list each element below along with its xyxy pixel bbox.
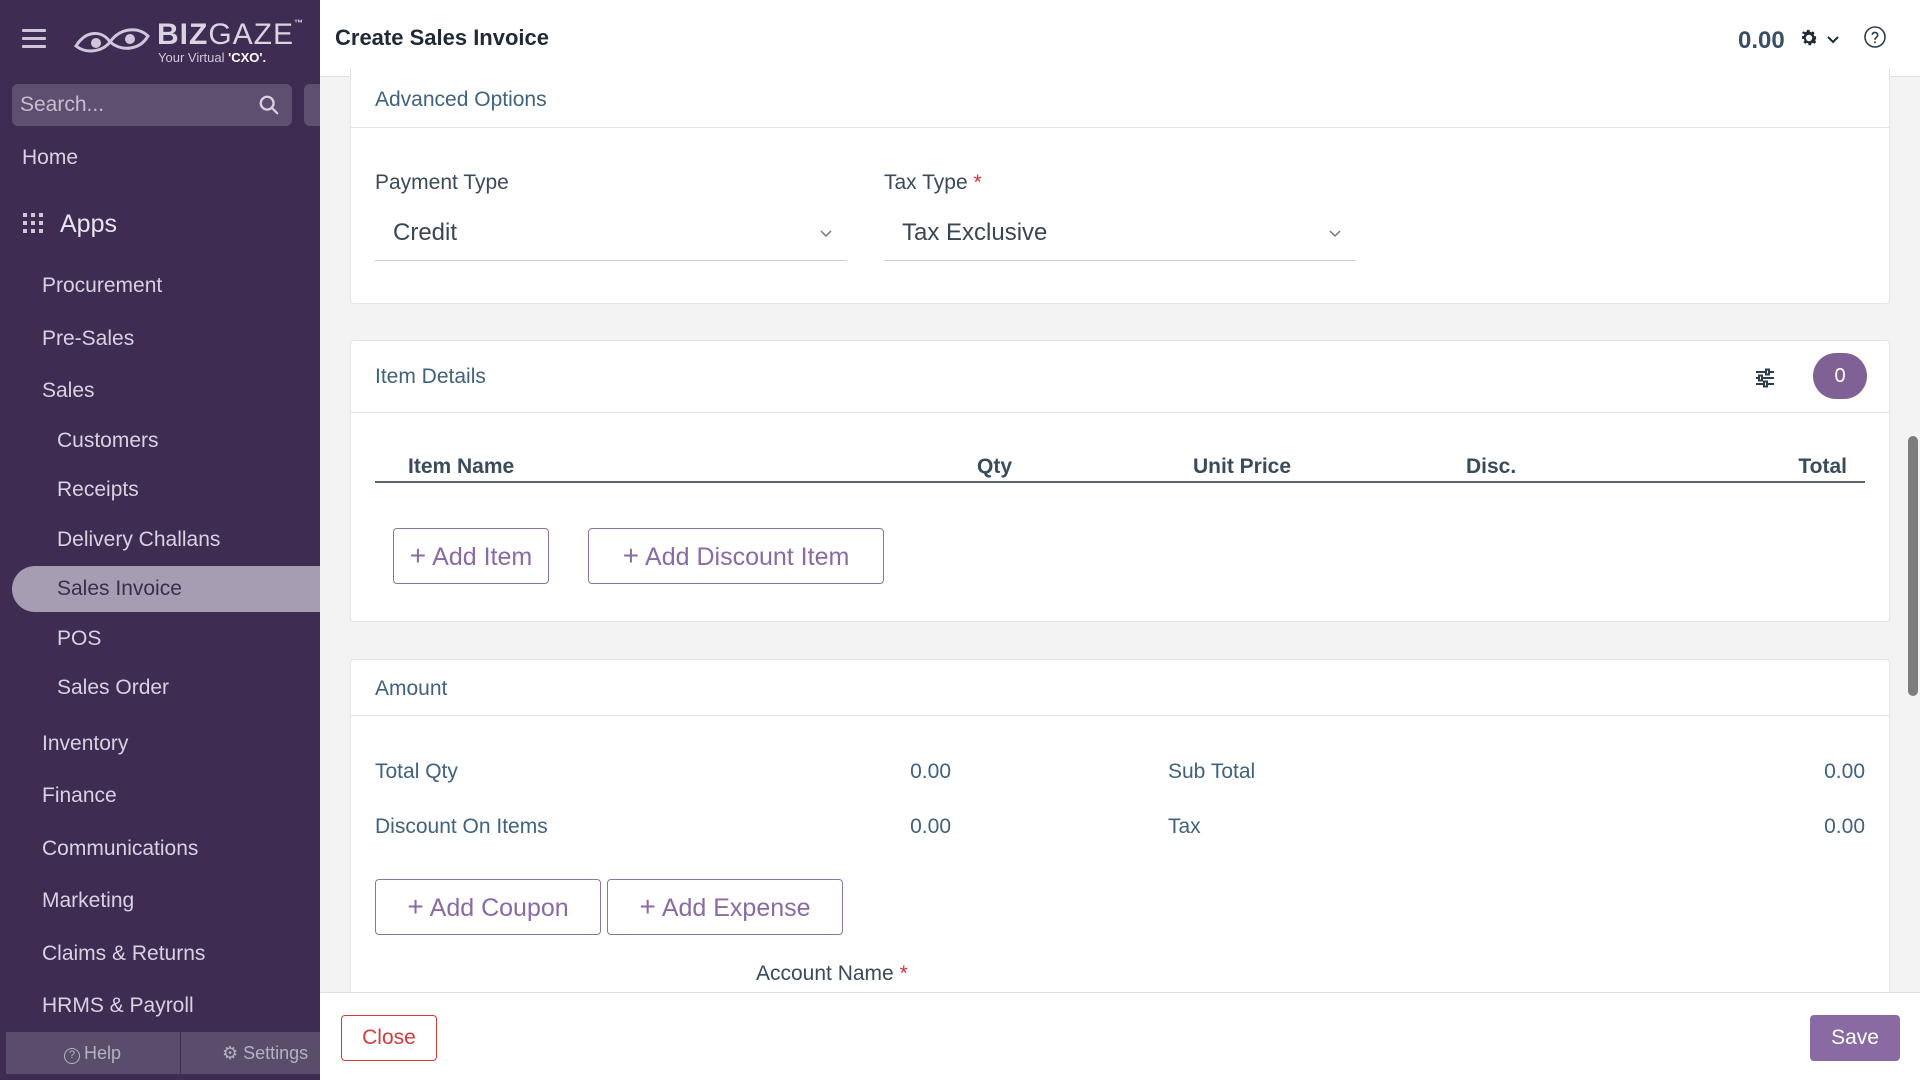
chevron-down-icon [1329,230,1341,238]
payment-type-select[interactable]: Credit [375,205,847,261]
form-footer: Close Save [320,992,1920,1080]
tax-type-label: Tax Type * [884,171,982,194]
required-marker: * [899,962,908,985]
sidebar-item-finance[interactable]: Finance [42,784,117,808]
add-coupon-button[interactable]: + Add Coupon [375,879,601,935]
sidebar-item-apps[interactable]: Apps [22,210,117,239]
sidebar-item-sales-order[interactable]: Sales Order [57,676,169,700]
discount-on-items-label: Discount On Items [375,815,548,838]
payment-type-label: Payment Type [375,171,509,194]
sidebar-top: BIZGAZE™ Your Virtual 'CXO'. [0,0,320,80]
discount-on-items-value: 0.00 [910,815,951,838]
page-header: Create Sales Invoice 0.00 [320,0,1920,77]
tax-type-select[interactable]: Tax Exclusive [884,205,1356,261]
main-panel: Create Sales Invoice 0.00 Advanced Optio… [320,0,1920,1080]
sidebar-item-sales[interactable]: Sales [42,379,95,403]
sidebar-item-communications[interactable]: Communications [42,837,198,861]
account-name-label: Account Name * [756,962,908,985]
advanced-options-header: Advanced Options [351,68,1889,128]
sidebar-item-home[interactable]: Home [22,146,78,170]
sliders-icon[interactable] [1754,367,1776,389]
amount-title: Amount [375,677,448,700]
sidebar-item-marketing[interactable]: Marketing [42,889,134,913]
apps-label: Apps [60,210,117,238]
gear-icon [1801,29,1818,46]
sidebar-item-hrms-payroll[interactable]: HRMS & Payroll [42,994,194,1018]
add-discount-item-button[interactable]: + Add Discount Item [588,528,884,584]
plus-icon: + [407,891,424,922]
add-item-button[interactable]: + Add Item [393,528,549,584]
search-side-button[interactable] [304,84,320,126]
amount-header: Amount [351,660,1889,716]
search-input[interactable] [20,84,250,126]
page-title: Create Sales Invoice [335,25,550,50]
chevron-down-icon [820,230,832,238]
sidebar-item-pre-sales[interactable]: Pre-Sales [42,327,134,351]
sidebar-footer: ? Help ⚙ Settings [6,1032,320,1074]
advanced-options-title: Advanced Options [375,88,547,111]
plus-icon: + [639,891,656,922]
item-details-header: Item Details 0 [351,341,1889,413]
item-details-card: Item Details 0 Item Name Qty Unit Price … [350,340,1890,622]
total-qty-label: Total Qty [375,760,458,783]
amount-card: Amount Total Qty 0.00 Discount On Items … [350,659,1890,1019]
sub-total-label: Sub Total [1168,760,1256,783]
plus-icon: + [622,540,640,571]
column-total: Total [1798,455,1847,478]
logo-tagline: Your Virtual 'CXO'. [158,50,267,65]
chevron-down-icon [1827,36,1839,44]
sidebar-item-label: Sales Invoice [57,577,182,600]
save-button[interactable]: Save [1810,1015,1900,1061]
sidebar-search [12,84,292,126]
help-circle-icon[interactable] [1863,25,1887,49]
column-disc: Disc. [1466,455,1517,478]
tax-type-value: Tax Exclusive [902,219,1048,246]
search-icon[interactable] [258,94,280,116]
sidebar-item-pos[interactable]: POS [57,627,101,651]
logo-wordmark: BIZGAZE™ [157,18,305,51]
sidebar-item-sales-invoice[interactable]: Sales Invoice [12,566,320,612]
help-link[interactable]: ? Help [64,1043,121,1064]
advanced-options-card: Advanced Options Payment Type Credit Tax… [350,68,1890,304]
item-details-title: Item Details [375,365,486,388]
settings-dropdown[interactable] [1798,26,1844,52]
apps-grid-icon [23,213,43,233]
plus-icon: + [409,540,427,571]
column-item-name: Item Name [408,455,515,478]
bizgaze-logo[interactable]: BIZGAZE™ Your Virtual 'CXO'. [72,16,305,68]
items-table-header: Item Name Qty Unit Price Disc. Total [375,451,1865,483]
sub-total-value: 0.00 [1824,760,1865,783]
sidebar-item-customers[interactable]: Customers [57,429,159,453]
question-circle-icon: ? [64,1048,80,1064]
tax-label: Tax [1168,815,1201,838]
item-count-badge[interactable]: 0 [1813,353,1867,399]
sidebar-item-delivery-challans[interactable]: Delivery Challans [57,528,220,552]
logo-eyes-icon [74,28,150,53]
sidebar: BIZGAZE™ Your Virtual 'CXO'. Home Apps P… [0,0,320,1080]
required-marker: * [973,171,982,194]
add-expense-button[interactable]: + Add Expense [607,879,843,935]
footer-divider [180,1032,181,1074]
sidebar-item-claims-returns[interactable]: Claims & Returns [42,942,205,966]
column-unit-price: Unit Price [1193,455,1292,478]
tax-value: 0.00 [1824,815,1865,838]
sidebar-item-receipts[interactable]: Receipts [57,478,139,502]
payment-type-value: Credit [393,219,458,246]
close-button[interactable]: Close [341,1015,437,1061]
sidebar-item-inventory[interactable]: Inventory [42,732,128,756]
hamburger-menu-icon[interactable] [22,29,46,49]
sidebar-item-procurement[interactable]: Procurement [42,274,162,298]
gear-icon: ⚙ [222,1043,244,1063]
settings-link[interactable]: ⚙ Settings [222,1043,308,1064]
scrollbar-thumb[interactable] [1908,436,1918,696]
column-qty: Qty [977,455,1013,478]
header-amount: 0.00 [1738,27,1785,54]
total-qty-value: 0.00 [910,760,951,783]
